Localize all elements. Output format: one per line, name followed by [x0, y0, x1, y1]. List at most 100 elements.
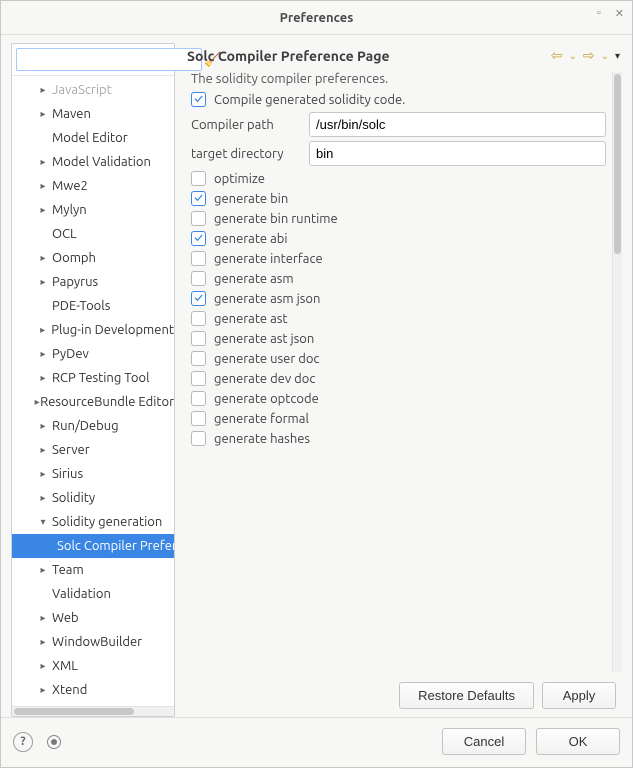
- nav-back-menu-icon[interactable]: ⌄: [568, 50, 576, 62]
- sidebar: 🧹 ▸JavaScript▸Maven▸Model Editor▸Model V…: [11, 43, 175, 717]
- tree-item[interactable]: ▸Mwe2: [12, 174, 174, 198]
- nav-back-icon[interactable]: ⇦: [551, 47, 563, 64]
- option-checkbox[interactable]: [191, 371, 206, 386]
- chevron-right-icon[interactable]: ▸: [34, 660, 52, 672]
- chevron-right-icon[interactable]: ▸: [34, 180, 52, 192]
- tree-item[interactable]: ▸Web: [12, 606, 174, 630]
- help-icon[interactable]: ?: [13, 732, 33, 752]
- chevron-right-icon[interactable]: ▸: [34, 252, 52, 264]
- tree-item[interactable]: ▸Validation: [12, 582, 174, 606]
- option-checkbox[interactable]: [191, 391, 206, 406]
- option-label: generate ast json: [214, 332, 314, 346]
- compile-generated-checkbox[interactable]: [191, 92, 206, 107]
- chevron-right-icon[interactable]: ▸: [34, 468, 52, 480]
- tree-item[interactable]: ▸PDE-Tools: [12, 294, 174, 318]
- chevron-right-icon[interactable]: ▸: [34, 420, 52, 432]
- chevron-right-icon[interactable]: ▸: [34, 372, 52, 384]
- tree-item[interactable]: ▸Papyrus: [12, 270, 174, 294]
- chevron-right-icon[interactable]: ▸: [34, 348, 52, 360]
- preferences-tree[interactable]: ▸JavaScript▸Maven▸Model Editor▸Model Val…: [12, 76, 174, 706]
- option-checkbox[interactable]: [191, 271, 206, 286]
- nav-forward-menu-icon[interactable]: ⌄: [601, 50, 609, 62]
- chevron-right-icon[interactable]: ▸: [34, 492, 52, 504]
- chevron-right-icon[interactable]: ▸: [34, 84, 52, 96]
- option-checkbox[interactable]: [191, 331, 206, 346]
- ok-button[interactable]: OK: [536, 728, 620, 755]
- tree-item-label: Oomph: [52, 251, 96, 265]
- tree-item[interactable]: ▸Server: [12, 438, 174, 462]
- scrollbar-thumb[interactable]: [14, 708, 134, 715]
- tree-item-label: RCP Testing Tool: [52, 371, 150, 385]
- tree-item[interactable]: ▸ResourceBundle Editor: [12, 390, 174, 414]
- option-label: generate interface: [214, 252, 323, 266]
- sidebar-horizontal-scrollbar[interactable]: [12, 706, 174, 716]
- option-checkbox[interactable]: [191, 231, 206, 246]
- tree-item[interactable]: ▸Maven: [12, 102, 174, 126]
- compiler-path-row: Compiler path: [191, 112, 606, 137]
- option-row: generate hashes: [191, 431, 606, 446]
- main-vertical-scrollbar[interactable]: [612, 72, 622, 672]
- option-checkbox[interactable]: [191, 171, 206, 186]
- tree-item[interactable]: ▾Solidity generation: [12, 510, 174, 534]
- tree-item[interactable]: ▸Model Editor: [12, 126, 174, 150]
- chevron-right-icon[interactable]: ▸: [34, 636, 52, 648]
- footer: ? Cancel OK: [1, 717, 632, 767]
- chevron-right-icon[interactable]: ▸: [34, 564, 52, 576]
- tree-item[interactable]: ▸PyDev: [12, 342, 174, 366]
- tree-item[interactable]: ▸Model Validation: [12, 150, 174, 174]
- chevron-right-icon[interactable]: ▸: [34, 108, 52, 120]
- restore-defaults-button[interactable]: Restore Defaults: [399, 682, 534, 709]
- option-row: generate user doc: [191, 351, 606, 366]
- close-icon[interactable]: ✕: [615, 7, 624, 20]
- scrollbar-thumb[interactable]: [614, 74, 621, 254]
- record-icon[interactable]: [47, 735, 61, 749]
- option-row: generate bin: [191, 191, 606, 206]
- chevron-right-icon[interactable]: ▸: [34, 444, 52, 456]
- apply-button[interactable]: Apply: [542, 682, 616, 709]
- maximize-icon[interactable]: ▫: [597, 7, 601, 20]
- option-checkbox[interactable]: [191, 191, 206, 206]
- option-row: generate asm json: [191, 291, 606, 306]
- option-checkbox[interactable]: [191, 291, 206, 306]
- option-checkbox[interactable]: [191, 251, 206, 266]
- tree-item[interactable]: ▸Xtend: [12, 678, 174, 702]
- tree-item[interactable]: ▸OCL: [12, 222, 174, 246]
- cancel-button[interactable]: Cancel: [442, 728, 526, 755]
- option-checkbox[interactable]: [191, 211, 206, 226]
- options-list: optimizegenerate bingenerate bin runtime…: [189, 171, 608, 446]
- option-label: optimize: [214, 172, 265, 186]
- search-input[interactable]: [16, 48, 202, 71]
- chevron-down-icon[interactable]: ▾: [34, 516, 52, 528]
- option-checkbox[interactable]: [191, 411, 206, 426]
- tree-item[interactable]: ▸Sirius: [12, 462, 174, 486]
- option-checkbox[interactable]: [191, 351, 206, 366]
- option-row: generate dev doc: [191, 371, 606, 386]
- view-menu-icon[interactable]: ▾: [615, 50, 620, 62]
- tree-item[interactable]: ▸Run/Debug: [12, 414, 174, 438]
- chevron-right-icon[interactable]: ▸: [34, 204, 52, 216]
- tree-item[interactable]: ▸Solc Compiler Preference Page: [12, 534, 174, 558]
- tree-item[interactable]: ▸Solidity: [12, 486, 174, 510]
- target-directory-row: target directory: [191, 141, 606, 166]
- tree-item[interactable]: ▸Plug-in Development: [12, 318, 174, 342]
- compiler-path-input[interactable]: [309, 112, 606, 137]
- compile-generated-label: Compile generated solidity code.: [214, 93, 405, 107]
- option-checkbox[interactable]: [191, 431, 206, 446]
- target-directory-label: target directory: [191, 147, 301, 161]
- chevron-right-icon[interactable]: ▸: [34, 612, 52, 624]
- chevron-right-icon[interactable]: ▸: [34, 156, 52, 168]
- tree-item[interactable]: ▸JavaScript: [12, 78, 174, 102]
- option-checkbox[interactable]: [191, 311, 206, 326]
- tree-item[interactable]: ▸Oomph: [12, 246, 174, 270]
- nav-forward-icon[interactable]: ⇨: [583, 47, 595, 64]
- chevron-right-icon[interactable]: ▸: [34, 324, 51, 336]
- tree-item[interactable]: ▸XML: [12, 654, 174, 678]
- tree-item[interactable]: ▸RCP Testing Tool: [12, 366, 174, 390]
- tree-item[interactable]: ▸Team: [12, 558, 174, 582]
- target-directory-input[interactable]: [309, 141, 606, 166]
- chevron-right-icon[interactable]: ▸: [34, 684, 52, 696]
- tree-item-label: WindowBuilder: [52, 635, 142, 649]
- tree-item[interactable]: ▸WindowBuilder: [12, 630, 174, 654]
- tree-item[interactable]: ▸Mylyn: [12, 198, 174, 222]
- chevron-right-icon[interactable]: ▸: [34, 276, 52, 288]
